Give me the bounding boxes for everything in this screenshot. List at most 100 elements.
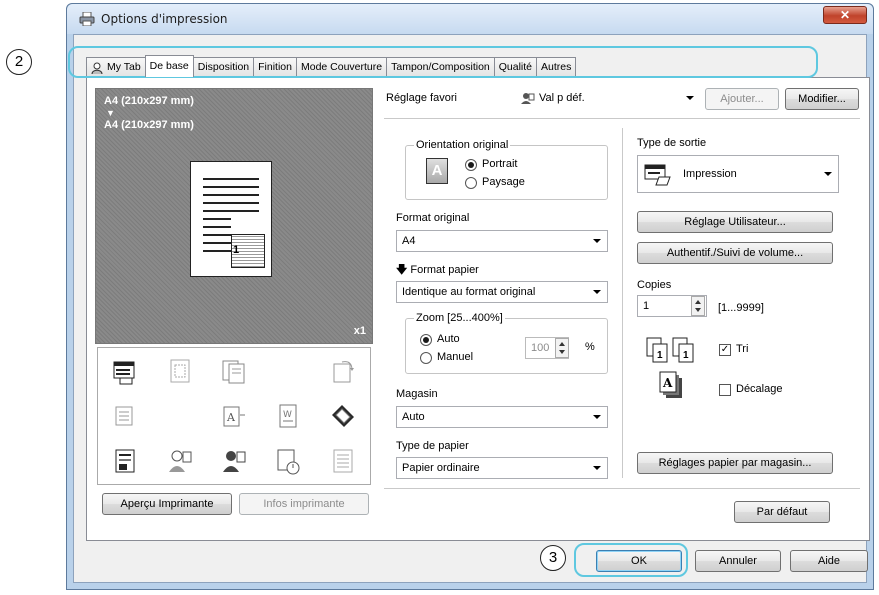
stack-icon xyxy=(115,406,133,426)
copies-spinner[interactable] xyxy=(691,296,705,316)
preview-original-size: A4 (210x297 mm) xyxy=(104,95,194,107)
text-line xyxy=(203,178,259,180)
tab-label: De base xyxy=(149,60,189,72)
collate-checkbox[interactable]: ✓ xyxy=(719,344,731,356)
offset-label: Décalage xyxy=(736,383,783,395)
authentication-button[interactable]: Authentif./Suivi de volume... xyxy=(637,242,833,264)
copies-label: Copies xyxy=(637,279,672,291)
zoom-auto-label: Auto xyxy=(437,333,460,345)
collate-icon: 1 1 xyxy=(646,337,694,363)
user-group-icon xyxy=(222,451,246,473)
paper-size-select[interactable]: Identique au format original xyxy=(396,281,608,303)
favorite-setting-label: Réglage favori xyxy=(386,92,457,104)
rotate-page-icon xyxy=(333,360,354,383)
callout-number-ok: 3 xyxy=(540,545,566,571)
tab-de-base[interactable]: De base xyxy=(144,55,194,77)
svg-text:1: 1 xyxy=(683,350,689,361)
orientation-title: Orientation original xyxy=(414,139,511,151)
tray-value: Auto xyxy=(402,411,425,423)
separator xyxy=(384,118,860,119)
chevron-down-icon xyxy=(593,239,601,243)
output-printer-icon xyxy=(644,164,671,186)
tray-label: Magasin xyxy=(396,388,438,400)
window-title: Options d'impression xyxy=(101,12,228,26)
text-line xyxy=(203,218,231,220)
close-button[interactable]: ✕ xyxy=(823,6,867,24)
function-icon-grid: A W xyxy=(97,347,371,485)
text-line xyxy=(203,242,231,244)
copies-value: 1 xyxy=(643,300,650,312)
output-type-value: Impression xyxy=(683,168,737,180)
printer-icon xyxy=(79,12,95,26)
output-printer-icon[interactable] xyxy=(110,356,140,386)
portrait-radio[interactable] xyxy=(465,159,477,171)
layout-grid-icon xyxy=(170,359,190,383)
add-favorite-button[interactable]: Ajouter... xyxy=(705,88,779,110)
text-line xyxy=(203,202,259,204)
paper-type-value: Papier ordinaire xyxy=(402,462,480,474)
down-arrow-icon: 🡇 xyxy=(396,264,408,276)
favorite-value: Val p déf. xyxy=(539,92,585,104)
chevron-down-icon xyxy=(824,172,832,176)
chevron-down-icon xyxy=(593,415,601,419)
text-line xyxy=(203,194,259,196)
orientation-group: Orientation original A Portrait Paysage xyxy=(405,139,608,200)
preview-arrow-icon: ▼ xyxy=(106,108,115,118)
zoom-manual-label: Manuel xyxy=(437,351,474,363)
svg-text:A: A xyxy=(226,411,236,424)
font-page-icon: A xyxy=(223,406,245,427)
output-type-select[interactable]: Impression xyxy=(637,155,839,193)
help-button[interactable]: Aide xyxy=(790,550,868,572)
watermark-icon: W xyxy=(279,404,297,428)
paper-per-tray-button[interactable]: Réglages papier par magasin... xyxy=(637,452,833,474)
tray-select[interactable]: Auto xyxy=(396,406,608,428)
separator xyxy=(384,488,860,489)
zoom-manual-radio[interactable] xyxy=(420,352,432,364)
printer-view-button[interactable]: Aperçu Imprimante xyxy=(102,493,232,515)
preview-page-number: 1 xyxy=(233,244,240,256)
default-button[interactable]: Par défaut xyxy=(734,501,830,523)
collate-label: Tri xyxy=(736,343,749,355)
zoom-group: Zoom [25...400%] Auto Manuel 100 % xyxy=(405,312,608,374)
zoom-auto-radio[interactable] xyxy=(420,334,432,346)
original-size-select[interactable]: A4 xyxy=(396,230,608,252)
paper-type-select[interactable]: Papier ordinaire xyxy=(396,457,608,479)
chevron-down-icon xyxy=(593,466,601,470)
portrait-label: Portrait xyxy=(482,158,518,170)
preview-scale: x1 xyxy=(353,325,366,337)
output-type-label: Type de sortie xyxy=(637,137,707,149)
paper-type-label: Type de papier xyxy=(396,440,469,452)
printer-info-button[interactable]: Infos imprimante xyxy=(239,493,369,515)
offset-checkbox[interactable] xyxy=(719,384,731,396)
paper-size-value: Identique au format original xyxy=(402,286,536,298)
copies-range: [1...9999] xyxy=(718,302,764,314)
landscape-radio[interactable] xyxy=(465,177,477,189)
duplex-icon xyxy=(222,360,245,384)
orientation-portrait-icon: A xyxy=(426,158,448,184)
cancel-button[interactable]: Annuler xyxy=(695,550,781,572)
original-size-label: Format original xyxy=(396,212,470,224)
orientation-icon-letter: A xyxy=(431,162,443,179)
zoom-spinner[interactable] xyxy=(555,338,569,358)
paper-size-label: 🡇 Format papier xyxy=(396,261,479,280)
favorite-setting-select[interactable]: Val p déf. xyxy=(516,88,700,110)
user-settings-button[interactable]: Réglage Utilisateur... xyxy=(637,211,833,233)
zoom-title: Zoom [25...400%] xyxy=(414,312,505,324)
text-line xyxy=(203,226,231,228)
paper-size-label-text: Format papier xyxy=(410,264,479,276)
booklet-icon xyxy=(331,404,354,427)
schedule-icon xyxy=(277,449,300,475)
document-icon xyxy=(115,449,135,473)
edit-favorite-button[interactable]: Modifier... xyxy=(785,88,859,110)
favorite-icon xyxy=(521,93,535,105)
chevron-down-icon xyxy=(593,290,601,294)
original-size-value: A4 xyxy=(402,235,416,247)
lines-page-icon xyxy=(333,449,353,473)
svg-text:W: W xyxy=(283,410,292,420)
print-preview: A4 (210x297 mm) ▼ A4 (210x297 mm) 1 x1 xyxy=(95,88,373,344)
svg-text:A: A xyxy=(662,376,673,390)
landscape-label: Paysage xyxy=(482,176,525,188)
zoom-unit: % xyxy=(585,341,595,353)
title-bar: Options d'impression ✕ xyxy=(67,4,873,34)
zoom-value: 100 xyxy=(531,342,550,354)
